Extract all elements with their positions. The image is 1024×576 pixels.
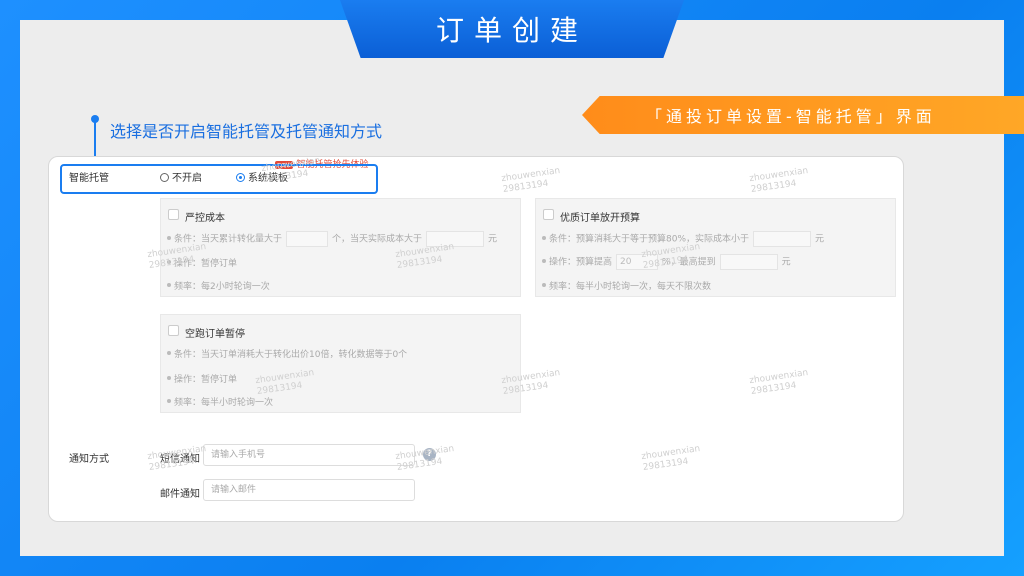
empty-run-title: 空跑订单暂停: [185, 329, 245, 340]
cost-limit-input[interactable]: [426, 231, 485, 247]
quality-budget-title: 优质订单放开预算: [560, 213, 640, 224]
card-quality-budget: 优质订单放开预算 条件：预算消耗大于等于预算80%，实际成本小于元 操作：预算提…: [535, 198, 896, 297]
empty-run-checkbox[interactable]: [168, 325, 179, 336]
email-input[interactable]: 请输入邮件: [203, 479, 415, 501]
empty-run-action: 操作：暂停订单: [167, 372, 237, 385]
sms-label: 短信通知: [160, 454, 200, 465]
card-empty-run: 空跑订单暂停 条件：当天订单消耗大于转化出价10倍，转化数据等于0个 操作：暂停…: [160, 314, 521, 413]
quality-budget-condition: 条件：预算消耗大于等于预算80%，实际成本小于元: [542, 231, 824, 247]
strict-cost-frequency: 频率：每2小时轮询一次: [167, 279, 270, 292]
card-strict-cost: 严控成本 条件：当天累计转化量大于 个，当天实际成本大于元 操作：暂停订单 频率：…: [160, 198, 521, 297]
help-icon[interactable]: ?: [423, 448, 436, 461]
email-label: 邮件通知: [160, 489, 200, 500]
page-title: 订单创建: [340, 0, 684, 58]
budget-increase-input[interactable]: 20: [616, 254, 659, 270]
empty-run-frequency: 频率：每半小时轮询一次: [167, 395, 273, 408]
quality-budget-frequency: 频率：每半小时轮询一次，每天不限次数: [542, 279, 711, 292]
quality-budget-checkbox[interactable]: [543, 209, 554, 220]
section-ribbon: 「通投订单设置-智能托管」界面: [582, 96, 1024, 134]
sms-phone-input[interactable]: 请输入手机号: [203, 444, 415, 466]
settings-panel: 智能托管 不开启 系统模板 new 智能托管抢先体验 严控成本 条件：当天累计转化…: [48, 156, 904, 522]
quality-budget-action: 操作：预算提高 20 %，最高提到元: [542, 254, 791, 270]
strict-cost-condition: 条件：当天累计转化量大于 个，当天实际成本大于元: [167, 231, 497, 247]
empty-run-condition: 条件：当天订单消耗大于转化出价10倍，转化数据等于0个: [167, 347, 407, 360]
cost-cap-input[interactable]: [753, 231, 812, 247]
strict-cost-title: 严控成本: [185, 213, 225, 224]
highlight-box: [60, 164, 378, 194]
notify-label: 通知方式: [69, 454, 109, 465]
strict-cost-action: 操作：暂停订单: [167, 256, 237, 269]
conversion-count-input[interactable]: [286, 231, 329, 247]
strict-cost-checkbox[interactable]: [168, 209, 179, 220]
callout-text: 选择是否开启智能托管及托管通知方式: [110, 122, 383, 141]
budget-max-input[interactable]: [719, 254, 778, 270]
